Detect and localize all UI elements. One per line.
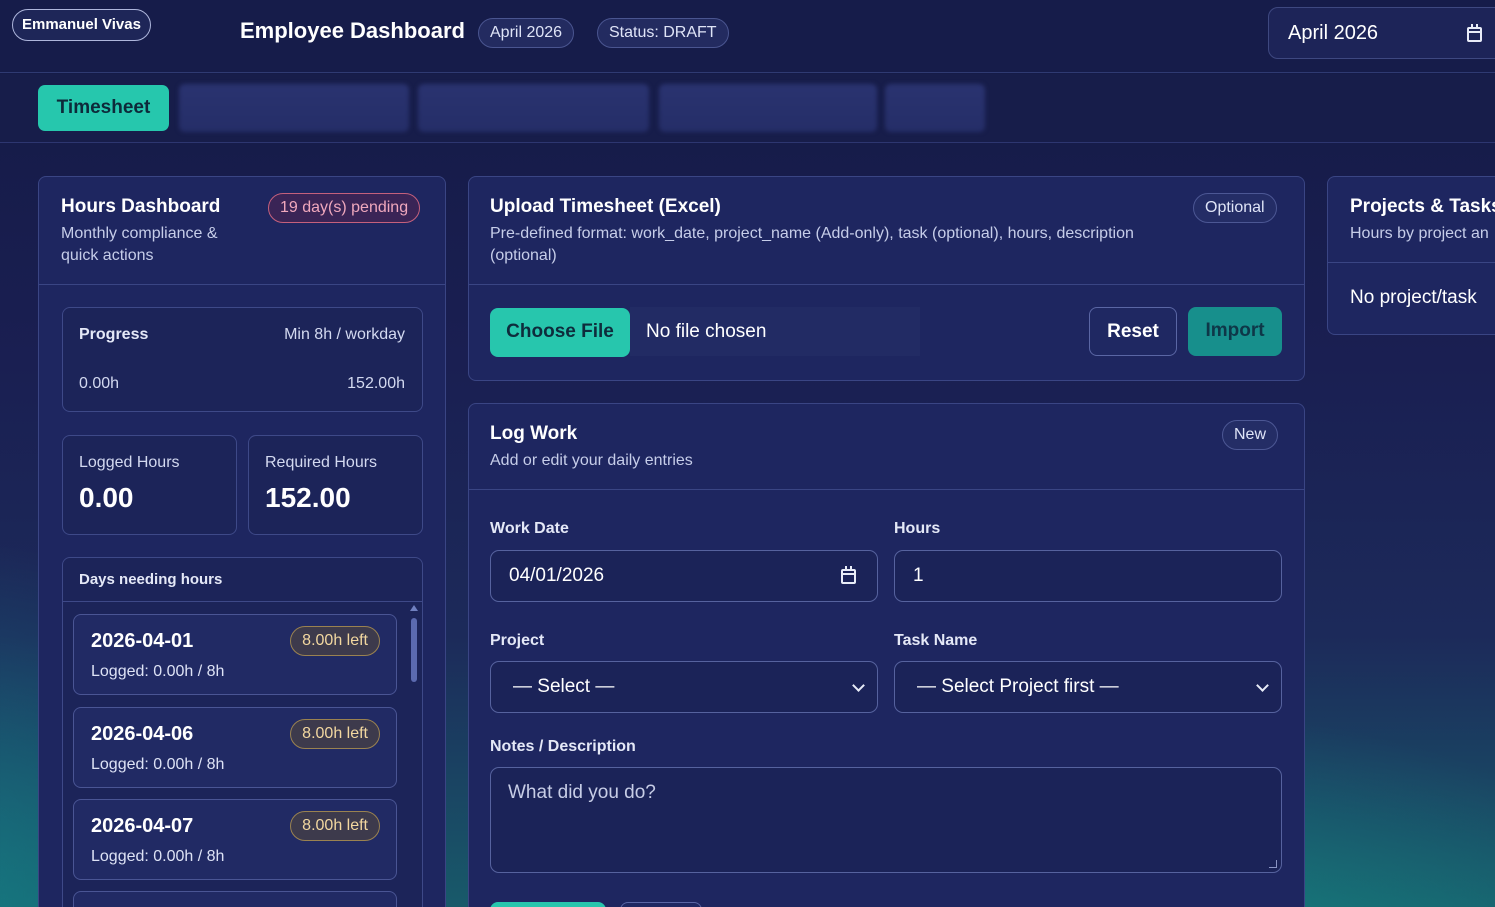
log-work-title: Log Work <box>490 423 578 444</box>
new-badge: New <box>1222 420 1279 450</box>
required-hours-label: Required Hours <box>265 454 378 471</box>
month-picker-value: April 2026 <box>1288 22 1379 44</box>
notes-placeholder: What did you do? <box>508 782 656 803</box>
choose-file-button[interactable]: Choose File <box>490 308 630 357</box>
status-badge: Status: DRAFT <box>597 18 729 48</box>
optional-badge: Optional <box>1193 193 1277 223</box>
progress-min-label: Min 8h / workday <box>284 326 405 343</box>
hours-left-badge: 8.00h left <box>290 626 380 656</box>
task-name-label: Task Name <box>894 632 978 649</box>
tab-bar: Timesheet <box>0 74 1495 143</box>
day-date: 2026-04-06 <box>91 723 194 745</box>
day-logged: Logged: 0.00h / 8h <box>91 756 225 773</box>
tab-blurred-3[interactable] <box>659 84 877 132</box>
list-item[interactable]: 2026-04-01 8.00h left Logged: 0.00h / 8h <box>73 614 397 695</box>
tab-blurred-1[interactable] <box>179 84 409 132</box>
projects-card-header <box>1328 177 1495 263</box>
calendar-icon[interactable] <box>1467 24 1482 42</box>
day-logged: Logged: 0.00h / 8h <box>91 848 225 865</box>
log-work-subtitle: Add or edit your daily entries <box>490 452 693 469</box>
work-date-value: 04/01/2026 <box>509 565 605 586</box>
resize-handle-icon[interactable] <box>1269 860 1277 868</box>
projects-subtitle: Hours by project an <box>1350 225 1489 242</box>
project-select-value: — Select — <box>513 676 615 697</box>
work-date-input[interactable]: 04/01/2026 <box>490 550 878 602</box>
chevron-down-icon <box>1256 679 1269 692</box>
project-label: Project <box>490 632 545 649</box>
top-bar: Emmanuel Vivas Employee Dashboard April … <box>0 0 1495 73</box>
hours-dashboard-title: Hours Dashboard <box>61 196 221 217</box>
day-date: 2026-04-01 <box>91 630 194 652</box>
day-date: 2026-04-07 <box>91 815 194 837</box>
day-logged: Logged: 0.00h / 8h <box>91 663 225 680</box>
logged-hours-value: 0.00 <box>79 482 134 513</box>
required-hours-value: 152.00 <box>265 482 351 513</box>
progress-target: 152.00h <box>347 375 405 392</box>
progress-label: Progress <box>79 326 149 343</box>
task-select-value: — Select Project first — <box>917 676 1119 697</box>
chevron-down-icon <box>852 679 865 692</box>
projects-empty-text: No project/task <box>1350 287 1477 308</box>
list-item-partial[interactable] <box>73 891 397 907</box>
file-status-text: No file chosen <box>630 307 920 356</box>
save-button-partial[interactable] <box>490 902 606 907</box>
days-needing-divider <box>63 601 422 602</box>
hours-value: 1 <box>913 565 924 586</box>
month-picker-input[interactable]: April 2026 <box>1268 7 1495 59</box>
list-item[interactable]: 2026-04-06 8.00h left Logged: 0.00h / 8h <box>73 707 397 788</box>
tab-blurred-4[interactable] <box>885 84 985 132</box>
notes-textarea[interactable]: What did you do? <box>490 767 1282 873</box>
month-pill: April 2026 <box>478 18 575 48</box>
scroll-up-arrow-icon[interactable] <box>410 605 418 611</box>
hours-left-badge: 8.00h left <box>290 811 380 841</box>
progress-box <box>62 307 423 412</box>
page-title: Employee Dashboard <box>240 18 465 43</box>
days-needing-title: Days needing hours <box>79 571 223 588</box>
notes-label: Notes / Description <box>490 738 636 755</box>
import-button[interactable]: Import <box>1188 307 1282 356</box>
log-work-header <box>469 404 1304 490</box>
days-list-scrollbar[interactable] <box>411 618 417 682</box>
hours-label: Hours <box>894 520 941 537</box>
hours-dashboard-subtitle: Monthly compliance & quick actions <box>61 225 218 264</box>
logged-hours-label: Logged Hours <box>79 454 180 471</box>
upload-subtitle: Pre-defined format: work_date, project_n… <box>490 225 1134 264</box>
user-name-chip[interactable]: Emmanuel Vivas <box>12 9 151 41</box>
hours-left-badge: 8.00h left <box>290 719 380 749</box>
projects-title: Projects & Tasks <box>1350 196 1495 217</box>
hours-input[interactable]: 1 <box>894 550 1282 602</box>
calendar-icon[interactable] <box>841 566 856 584</box>
project-select[interactable]: — Select — <box>490 661 878 713</box>
list-item[interactable]: 2026-04-07 8.00h left Logged: 0.00h / 8h <box>73 799 397 880</box>
tab-timesheet[interactable]: Timesheet <box>38 85 169 131</box>
pending-days-badge: 19 day(s) pending <box>268 193 421 223</box>
upload-title: Upload Timesheet (Excel) <box>490 196 721 217</box>
reset-button[interactable]: Reset <box>1089 307 1177 356</box>
tab-blurred-2[interactable] <box>418 84 649 132</box>
work-date-label: Work Date <box>490 520 569 537</box>
task-name-select[interactable]: — Select Project first — <box>894 661 1282 713</box>
secondary-button-partial[interactable] <box>620 902 702 907</box>
progress-current: 0.00h <box>79 375 120 392</box>
